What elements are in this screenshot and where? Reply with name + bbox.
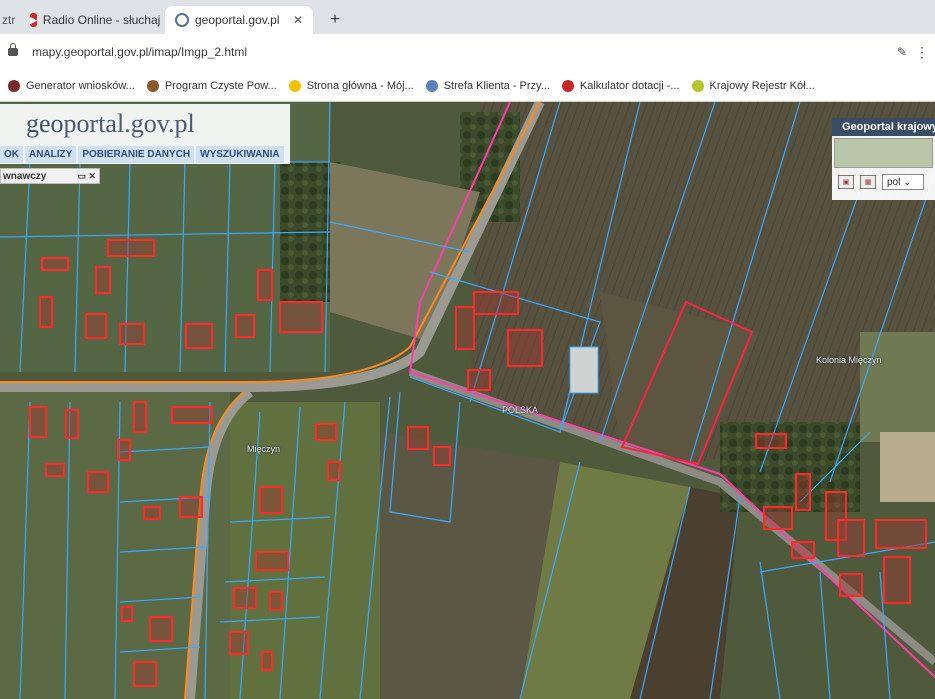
tab-cut[interactable]: ztr (0, 6, 20, 34)
bookmark-icon (561, 79, 574, 92)
overview-minimap[interactable] (834, 138, 933, 168)
bookmark-label: Krajowy Rejestr Kół... (709, 79, 815, 92)
menu-item-pobieranie-danych[interactable]: POBIERANIE DANYCH (78, 145, 195, 163)
leaf-icon (691, 79, 704, 92)
bookmark-item[interactable]: Krajowy Rejestr Kół... (691, 79, 815, 92)
bolt-icon (288, 79, 301, 92)
tab-geoportal[interactable]: geoportal.gov.pl ✕ (165, 6, 313, 34)
bookmark-icon (8, 79, 20, 92)
bookmark-item[interactable]: Program Czyste Pow... (146, 79, 277, 92)
geoportal-logo-panel: geoportal.gov.pl (0, 104, 290, 144)
logo-rest: portal.gov.pl (63, 109, 195, 138)
map-label-village: Mięczyn (247, 444, 281, 454)
language-value: pol (887, 176, 901, 188)
geoportal-favicon-icon (175, 13, 189, 27)
language-select[interactable]: pol ⌄ (882, 174, 924, 190)
map-label-country: POLSKA (502, 405, 539, 415)
geoportal-menu: OK ANALIZY POBIERANIE DANYCH WYSZUKIWANI… (0, 144, 290, 164)
map-canvas[interactable]: Mięczyn Kolonia Mięczyn POLSKA (0, 102, 935, 699)
print-icon[interactable]: ▣ (838, 175, 854, 189)
bookmarks-bar: Generator wniosków... Program Czyste Pow… (0, 70, 935, 102)
wms-icon[interactable]: ▦ (860, 175, 876, 189)
edit-icon[interactable]: ✎ (897, 45, 907, 59)
bookmark-label: Kalkulator dotacji -... (579, 79, 680, 92)
url-text[interactable]: mapy.geoportal.gov.pl/imap/Imgp_2.html (32, 45, 247, 59)
orthophoto-map[interactable] (0, 102, 935, 699)
bookmark-label: Strona główna - Mój... (306, 79, 414, 92)
eagle-icon (146, 79, 159, 92)
bookmark-item[interactable]: Strefa Klienta - Przy... (425, 79, 550, 92)
map-label-settlement: Kolonia Mięczyn (816, 355, 882, 365)
bookmark-label: Program Czyste Pow... (164, 79, 277, 92)
bookmark-item[interactable]: Strona główna - Mój... (288, 79, 414, 92)
menu-item-analizy[interactable]: ANALIZY (25, 145, 77, 163)
menu-item-wyszukiwania[interactable]: WYSZUKIWANIA (196, 145, 284, 163)
lock-icon[interactable] (8, 43, 18, 56)
geoportal-logo[interactable]: geoportal.gov.pl (26, 109, 195, 139)
overview-title: Geoportal krajowy (832, 118, 935, 136)
tab-strip: ztr ▶ Radio Online - słuchaj geoportal.g… (0, 0, 935, 34)
logo-prefix: geo (26, 109, 64, 138)
bookmark-item[interactable]: Kalkulator dotacji -... (561, 79, 680, 92)
bookmark-label: Generator wniosków... (26, 79, 135, 92)
tool-panel-header[interactable]: wnawczy ▭ ✕ (0, 168, 100, 184)
panel-title: wnawczy (3, 170, 47, 182)
tab-label: geoportal.gov.pl (195, 13, 280, 27)
tab-label: ztr (2, 13, 16, 27)
tab-radio-online[interactable]: ▶ Radio Online - słuchaj (20, 6, 165, 34)
close-tab-icon[interactable]: ✕ (293, 13, 303, 27)
more-icon[interactable]: ⋮ (915, 44, 929, 61)
new-tab-button[interactable]: + (323, 8, 347, 32)
address-bar[interactable]: mapy.geoportal.gov.pl/imap/Imgp_2.html ✎… (0, 34, 935, 70)
bookmark-label: Strefa Klienta - Przy... (443, 79, 550, 92)
tab-label: Radio Online - słuchaj (42, 13, 161, 27)
bookmark-item[interactable]: Generator wniosków... (8, 79, 135, 92)
radio-favicon-icon: ▶ (30, 13, 37, 27)
panel-window-controls-icon[interactable]: ▭ ✕ (77, 171, 96, 182)
overview-tools: ▣ ▦ pol ⌄ (832, 170, 935, 194)
menu-item-ok[interactable]: OK (0, 145, 23, 163)
plus-icon: + (330, 11, 340, 28)
bookmark-icon (425, 79, 438, 92)
overview-panel: Geoportal krajowy ▣ ▦ pol ⌄ (832, 118, 935, 200)
